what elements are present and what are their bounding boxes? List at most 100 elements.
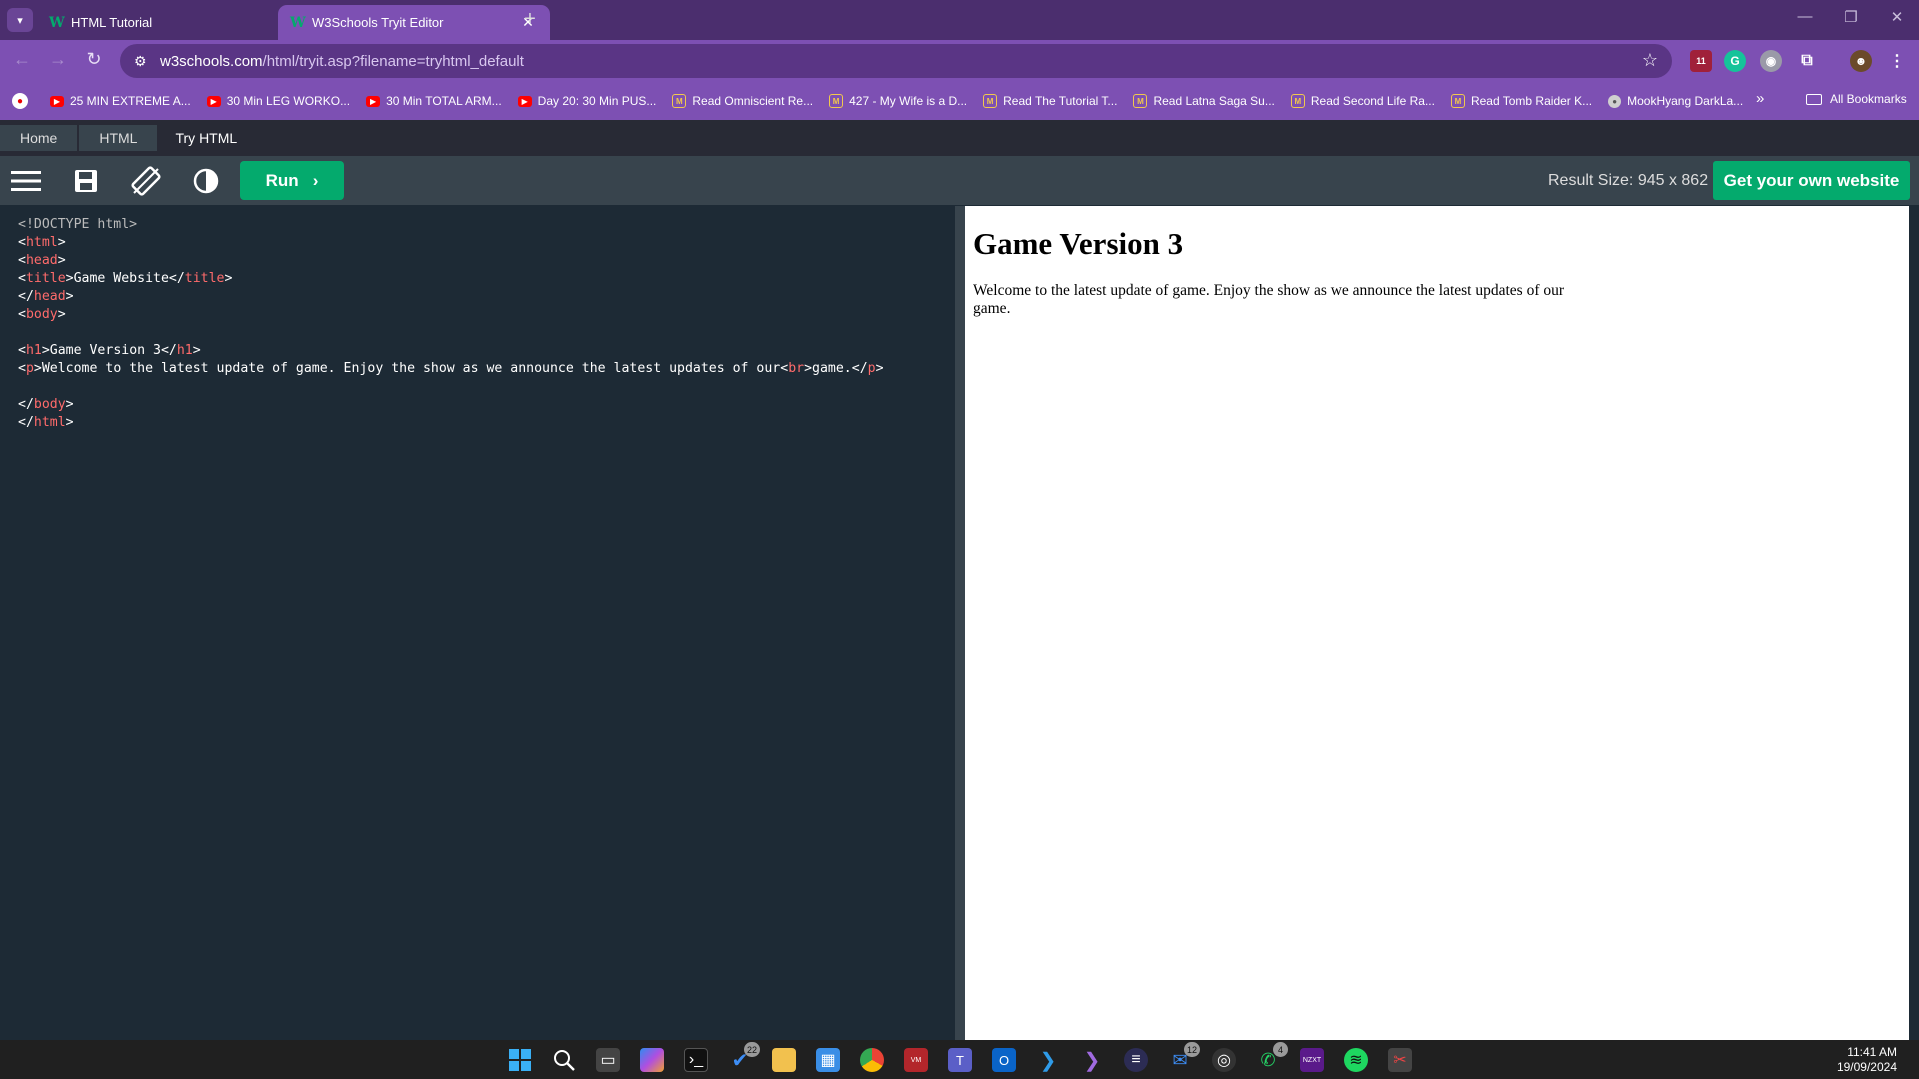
run-label: Run [265, 170, 299, 190]
tab-tryit-editor[interactable]: W W3Schools Tryit Editor ✕ [278, 5, 550, 40]
result-pane: Game Version 3 Welcome to the latest upd… [965, 206, 1909, 1040]
all-bookmarks-label: All Bookmarks [1830, 92, 1907, 106]
code-tag-name: body [33, 397, 66, 412]
all-bookmarks-button[interactable]: All Bookmarks [1806, 92, 1907, 106]
browser-menu-icon[interactable]: ⋮ [1886, 50, 1908, 72]
hamburger-menu-icon[interactable] [10, 165, 42, 197]
code-line: <body> [18, 306, 946, 324]
bookmark-item[interactable]: ▶ Day 20: 30 Min PUS... [517, 94, 656, 108]
bookmark-item[interactable]: ▶ 25 MIN EXTREME A... [50, 94, 191, 108]
code-token: > [57, 253, 66, 268]
bookmark-item[interactable]: M Read Omniscient Re... [672, 94, 813, 108]
eclipse-icon[interactable]: ≡ [1124, 1048, 1148, 1072]
windows-start-icon[interactable] [508, 1048, 532, 1072]
code-token: > [65, 397, 74, 412]
get-your-own-website-button[interactable]: Get your own website [1713, 161, 1910, 200]
code-token: < [18, 235, 26, 250]
editor-toolbar: Run › Result Size: 945 x 862 Get your own… [0, 156, 1919, 205]
site-info-icon[interactable]: ⚙ [134, 53, 160, 70]
code-token: <!DOCTYPE html> [18, 217, 138, 232]
bookmark-label: 30 Min TOTAL ARM... [386, 94, 502, 108]
breadcrumb-home[interactable]: Home [0, 125, 78, 151]
system-clock[interactable]: 11:41 AM 19/09/2024 [1837, 1045, 1897, 1075]
bookmark-item[interactable]: ▶ 30 Min TOTAL ARM... [366, 94, 502, 108]
bookmark-star-icon[interactable]: ☆ [1642, 50, 1658, 71]
profile-avatar[interactable]: ☻ [1850, 50, 1872, 72]
youtube-icon: ▶ [366, 95, 381, 107]
voicemeeter-icon[interactable]: VM [904, 1048, 928, 1072]
chrome-icon[interactable] [860, 1048, 884, 1072]
visual-studio-icon[interactable]: ❯ [1080, 1048, 1104, 1072]
search-icon[interactable] [552, 1048, 576, 1072]
code-token: </ [851, 361, 868, 376]
bookmark-item[interactable]: ● MookHyang DarkLa... [1608, 94, 1743, 108]
whatsapp-badge: 4 [1273, 1042, 1288, 1057]
code-tag-name: head [25, 253, 58, 268]
paragraph-line: Welcome to the latest update of game. En… [973, 282, 1565, 299]
browser-toolbar: ← → ↻ ⚙ w3schools.com/html/tryit.asp?fil… [0, 40, 1919, 82]
bookmarks-overflow-button[interactable]: » [1756, 90, 1764, 107]
tab-search-button[interactable]: ▾ [7, 8, 33, 32]
chevron-right-icon: › [312, 170, 319, 190]
spotify-icon[interactable]: ≋ [1344, 1048, 1368, 1072]
todo-icon[interactable]: ✔ 22 [728, 1042, 760, 1072]
run-button[interactable]: Run › [240, 161, 344, 200]
terminal-icon[interactable]: ›_ [684, 1048, 708, 1072]
tab-html-tutorial[interactable]: W HTML Tutorial ✕ [37, 5, 309, 40]
restore-button[interactable]: ❐ [1836, 8, 1866, 26]
code-line: <title>Game Website</title> [18, 270, 946, 288]
code-tag-name: html [25, 235, 58, 250]
extension-icon[interactable]: 11 [1690, 50, 1712, 72]
outlook-icon[interactable]: O [992, 1048, 1016, 1072]
todo-badge: 22 [743, 1042, 760, 1057]
file-explorer-icon[interactable] [772, 1048, 796, 1072]
screenshot-extension-icon[interactable]: ◉ [1760, 50, 1782, 72]
tab-label: W3Schools Tryit Editor [312, 15, 444, 30]
bookmark-label: Read Latna Saga Su... [1153, 94, 1275, 108]
code-token: > [65, 289, 74, 304]
new-tab-button[interactable]: + [518, 8, 542, 31]
store-icon[interactable]: ▦ [816, 1048, 840, 1072]
whatsapp-icon[interactable]: ✆ 4 [1256, 1042, 1288, 1072]
breadcrumb-html[interactable]: HTML [79, 125, 158, 151]
address-bar[interactable]: ⚙ w3schools.com/html/tryit.asp?filename=… [120, 44, 1672, 78]
reload-button[interactable]: ↻ [80, 49, 108, 70]
extensions-puzzle-icon[interactable]: ⧉ [1796, 50, 1818, 72]
browser-tab-strip: ▾ W HTML Tutorial ✕ W W3Schools Tryit Ed… [0, 0, 1919, 40]
snipping-tool-icon[interactable]: ✂ [1388, 1048, 1412, 1072]
save-icon[interactable] [70, 165, 102, 197]
bookmark-item[interactable]: M 427 - My Wife is a D... [829, 94, 967, 108]
rotate-orientation-icon[interactable] [130, 165, 162, 197]
teams-icon[interactable]: T [948, 1048, 972, 1072]
bookmark-apps[interactable]: ● [12, 93, 34, 109]
bookmark-item[interactable]: M Read Tomb Raider K... [1450, 94, 1592, 108]
code-editor[interactable]: <!DOCTYPE html> <html> <head> <title>Game W… [10, 206, 954, 1040]
code-token: > [875, 361, 884, 376]
bookmark-item[interactable]: M Read Latna Saga Su... [1133, 94, 1275, 108]
back-button[interactable]: ← [8, 49, 36, 70]
close-window-button[interactable]: ✕ [1882, 8, 1912, 26]
obs-icon[interactable]: ◎ [1212, 1048, 1236, 1072]
task-view-icon[interactable]: ▭ [596, 1048, 620, 1072]
bookmark-item[interactable]: M Read Second Life Ra... [1290, 94, 1435, 108]
grammarly-icon[interactable]: G [1724, 50, 1746, 72]
forward-button[interactable]: → [44, 49, 72, 70]
code-token: < [18, 361, 26, 376]
copilot-icon[interactable] [640, 1048, 664, 1072]
pane-resize-handle[interactable] [955, 206, 965, 1040]
code-tag-name: head [33, 289, 66, 304]
result-size-label: Result Size: 945 x 862 [1548, 172, 1709, 189]
code-token: </ [168, 271, 185, 286]
mail-icon[interactable]: ✉ 12 [1168, 1042, 1200, 1072]
minimize-button[interactable]: — [1790, 8, 1820, 25]
youtube-icon: ▶ [206, 95, 221, 107]
manga-icon: M [829, 94, 844, 108]
code-tag-name: br [788, 361, 805, 376]
vscode-icon[interactable]: ❯ [1036, 1048, 1060, 1072]
nzxt-icon[interactable]: NZXT [1300, 1048, 1324, 1072]
bookmark-item[interactable]: ▶ 30 Min LEG WORKO... [206, 94, 350, 108]
bookmark-item[interactable]: M Read The Tutorial T... [983, 94, 1117, 108]
theme-contrast-icon[interactable] [190, 165, 222, 197]
w3schools-icon: W [49, 14, 65, 31]
